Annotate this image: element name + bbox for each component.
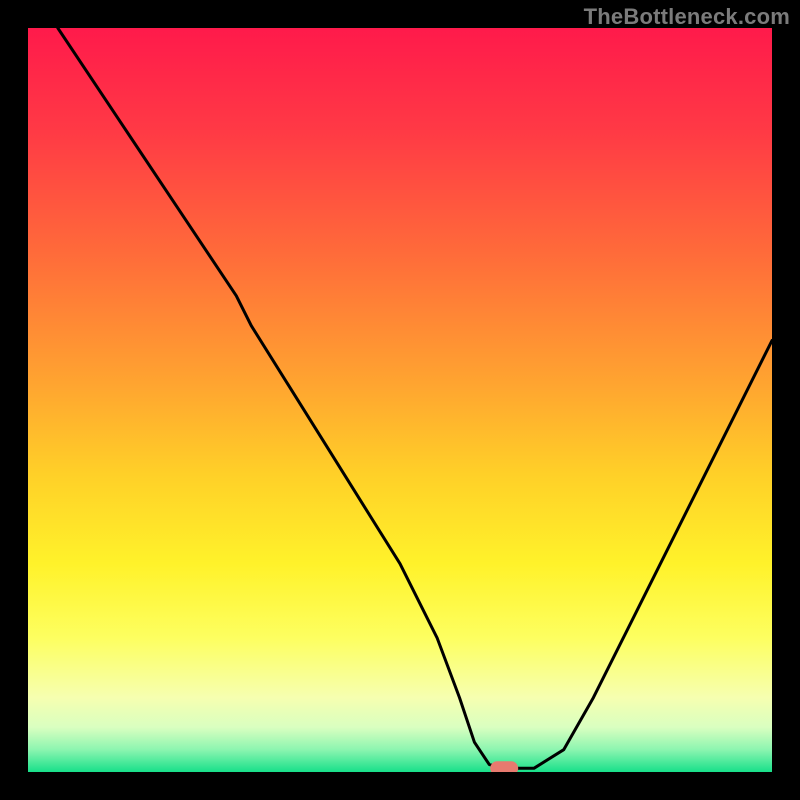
optimal-marker — [490, 761, 518, 772]
chart-frame: TheBottleneck.com — [0, 0, 800, 800]
gradient-background — [28, 28, 772, 772]
watermark-label: TheBottleneck.com — [584, 4, 790, 30]
bottleneck-chart — [28, 28, 772, 772]
